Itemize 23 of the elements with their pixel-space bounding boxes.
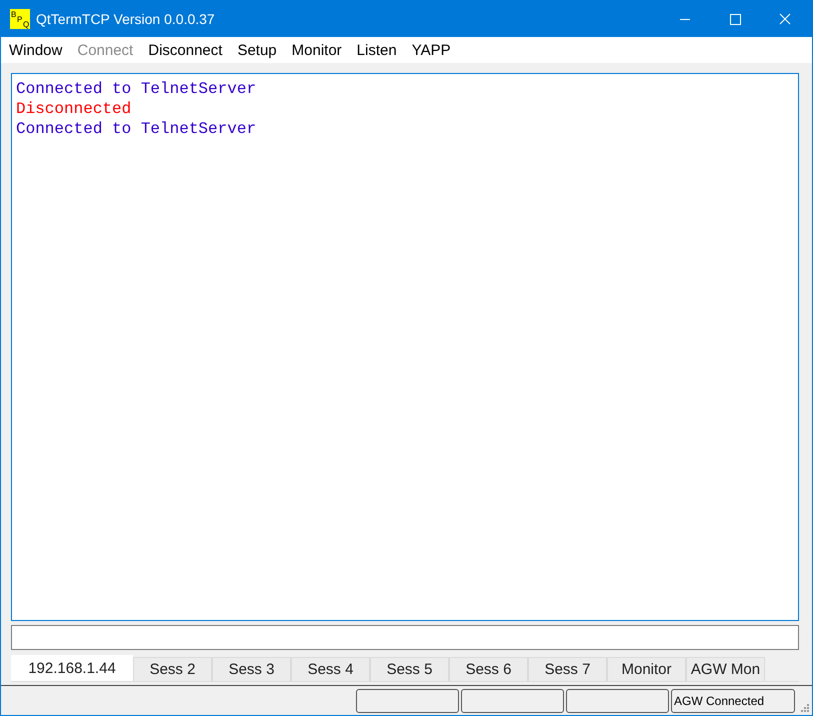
status-panel: AGW Connected (671, 688, 795, 712)
session-tab[interactable]: Sess 5 (370, 657, 449, 681)
resize-grip-icon[interactable] (800, 703, 810, 713)
session-tab[interactable]: Sess 4 (291, 657, 370, 681)
app-logo-icon: BPQ (10, 8, 30, 28)
terminal-line: Disconnected (16, 99, 132, 119)
menu-item[interactable]: Monitor (292, 42, 342, 58)
menu-item[interactable]: Disconnect (148, 42, 222, 58)
terminal-line: Connected to TelnetServer (16, 79, 258, 99)
terminal-line: Connected to TelnetServer (16, 119, 258, 139)
input-field[interactable] (11, 625, 799, 650)
menu-item[interactable]: Setup (237, 42, 277, 58)
menu-item[interactable]: YAPP (412, 42, 451, 58)
menu-item[interactable]: Window (9, 42, 62, 58)
window-title: QtTermTCP Version 0.0.0.37 (36, 10, 215, 26)
session-tab[interactable]: 192.168.1.44 (11, 655, 133, 681)
session-tab[interactable]: Sess 2 (133, 657, 212, 681)
session-tab[interactable]: Monitor (607, 657, 686, 681)
session-tab[interactable]: AGW Mon (686, 657, 765, 681)
menu-item[interactable]: Listen (356, 42, 397, 58)
session-tab[interactable]: Sess 3 (212, 657, 291, 681)
session-tab[interactable]: Sess 7 (528, 657, 607, 681)
session-tab[interactable]: Sess 6 (449, 657, 528, 681)
